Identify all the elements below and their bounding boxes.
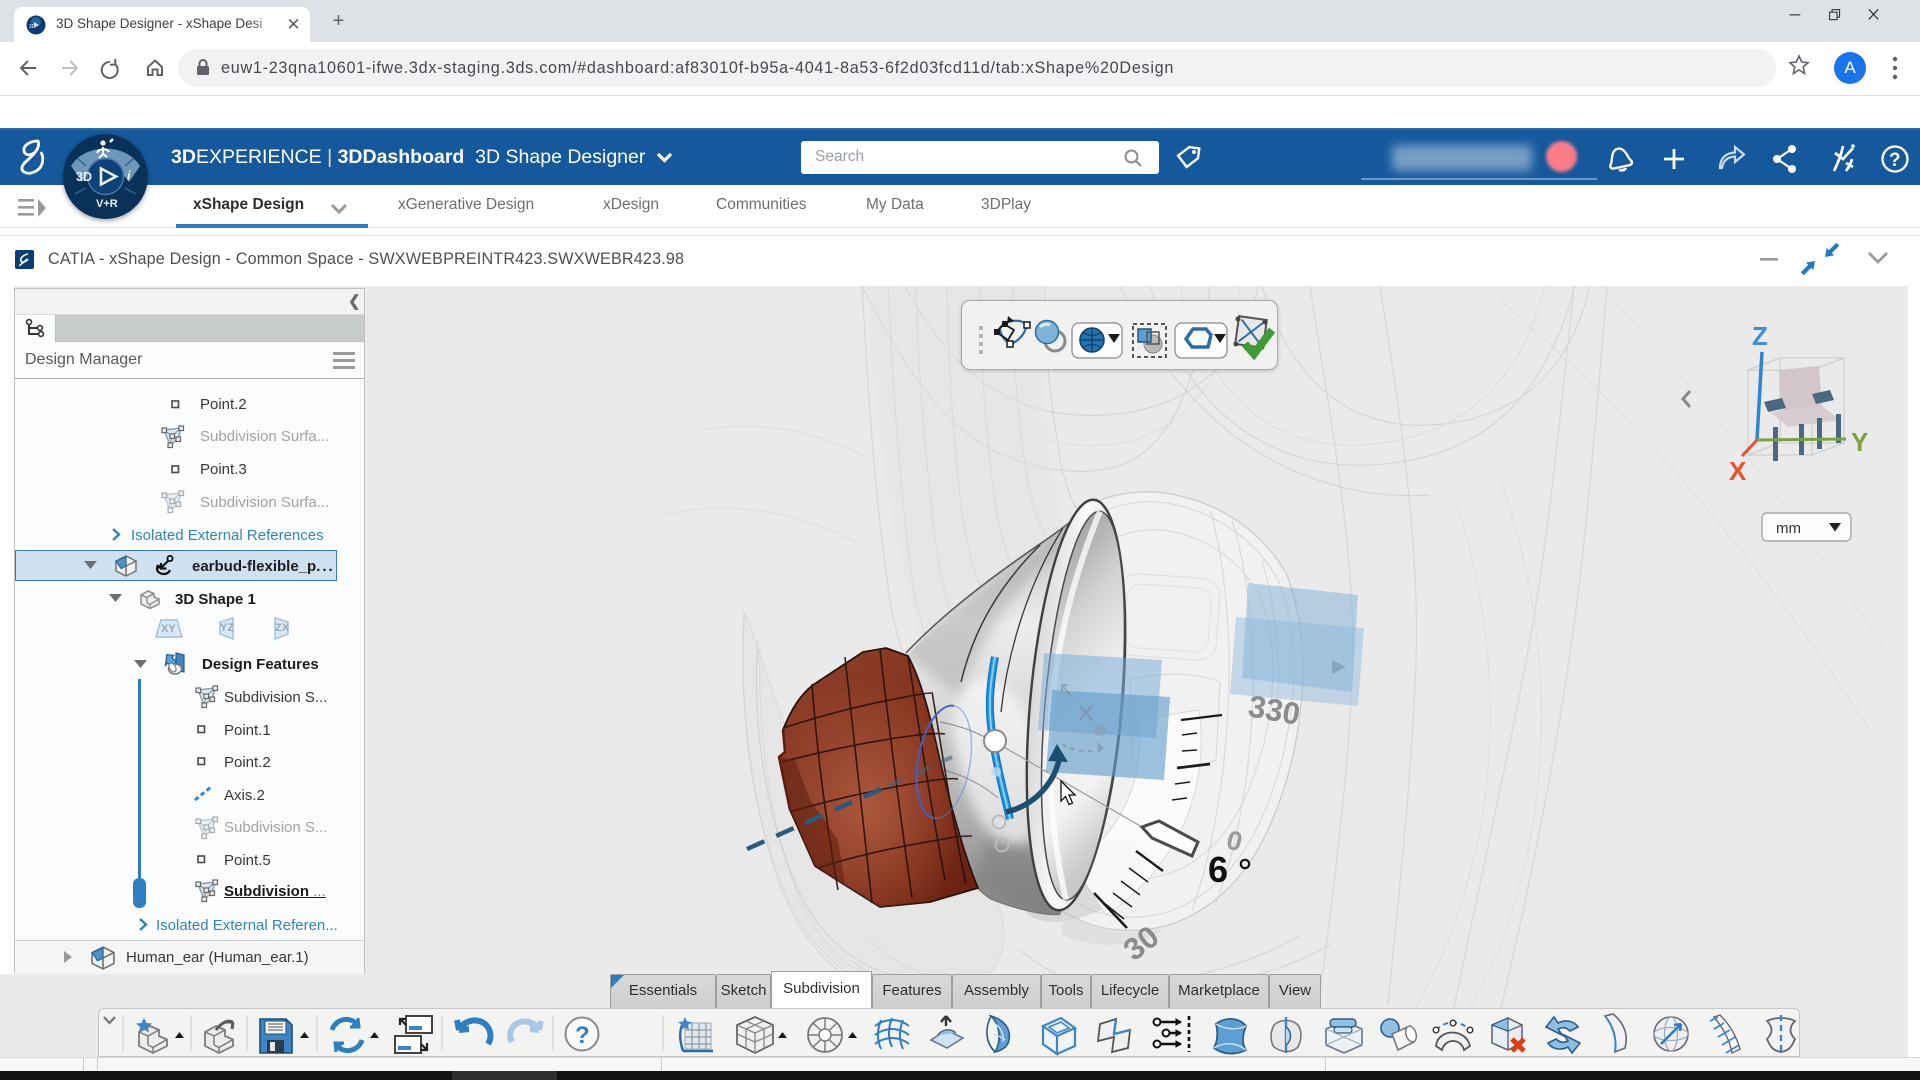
svg-text:3D: 3D — [76, 170, 92, 184]
svg-text:ZX: ZX — [275, 622, 290, 634]
svg-text:Y: Y — [1851, 427, 1868, 457]
svg-text:Z: Z — [1752, 321, 1768, 351]
svg-text:i: i — [127, 169, 131, 183]
svg-text:X: X — [1729, 456, 1747, 486]
svg-text:6: 6 — [1208, 849, 1228, 890]
svg-text:mm: mm — [1776, 520, 1801, 537]
svg-text:?: ? — [1889, 150, 1901, 171]
svg-text:?: ? — [575, 1022, 590, 1049]
svg-text:XY: XY — [161, 623, 176, 635]
svg-text:YZ: YZ — [220, 622, 234, 634]
svg-text:V+R: V+R — [96, 198, 118, 210]
svg-text:3D: 3D — [29, 24, 36, 30]
